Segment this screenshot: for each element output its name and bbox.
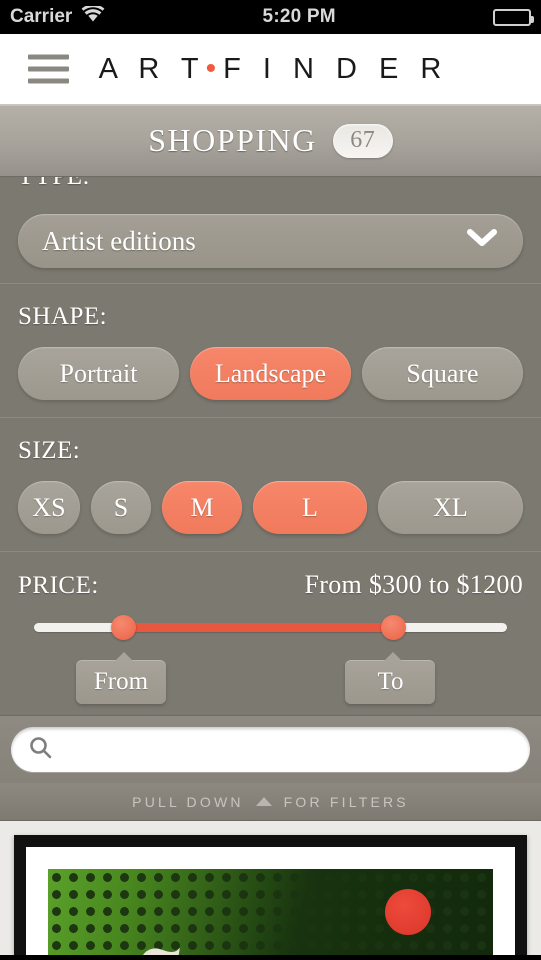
size-options: XS S M L XL — [18, 481, 523, 534]
price-to-tooltip[interactable]: To — [345, 652, 436, 704]
pull-down-hint[interactable]: PULL DOWN FOR FILTERS — [0, 783, 541, 821]
carrier-label: Carrier — [10, 6, 73, 27]
status-bar-time: 5:20 PM — [262, 6, 336, 27]
artwork-red-circle — [385, 889, 431, 935]
size-option-s[interactable]: S — [91, 481, 151, 534]
app-logo[interactable]: A R T•F I N D E R — [0, 52, 541, 86]
artwork-lettering: โค — [140, 931, 233, 955]
size-label: SIZE: — [18, 437, 81, 464]
hamburger-menu-icon[interactable] — [28, 54, 69, 84]
status-bar: Carrier 5:20 PM — [0, 0, 541, 34]
status-bar-right — [492, 8, 534, 26]
filter-section-shape: SHAPE: Portrait Landscape Square — [0, 284, 541, 417]
pull-down-text-right: FOR FILTERS — [283, 793, 409, 810]
search-input[interactable] — [62, 736, 512, 763]
type-select[interactable]: Artist editions — [18, 214, 523, 268]
search-field[interactable] — [11, 727, 530, 772]
size-option-xs[interactable]: XS — [18, 481, 80, 534]
shape-option-square[interactable]: Square — [362, 347, 523, 400]
wifi-icon — [81, 3, 105, 29]
price-range-value: From $300 to $1200 — [304, 570, 523, 599]
search-icon — [29, 736, 52, 764]
size-option-l[interactable]: L — [253, 481, 367, 534]
triangle-up-icon — [255, 796, 272, 806]
type-label-clip: TYPE: — [18, 177, 523, 199]
price-tooltips: From To — [18, 652, 523, 708]
size-option-m[interactable]: M — [162, 481, 242, 534]
filter-section-size: SIZE: XS S M L XL — [0, 418, 541, 551]
artwork-mat: โค — [26, 847, 515, 955]
size-option-xl[interactable]: XL — [378, 481, 523, 534]
logo-text-first: A R T — [98, 53, 206, 85]
slider-handle-to[interactable] — [380, 615, 406, 640]
price-header: PRICE: From $300 to $1200 — [18, 570, 523, 600]
type-label: TYPE: — [18, 177, 90, 191]
slider-track-active — [123, 623, 394, 632]
app-header: A R T•F I N D E R — [0, 34, 541, 105]
logo-text-second: F I N D E R — [223, 53, 449, 85]
filter-section-price: PRICE: From $300 to $1200 From To — [0, 552, 541, 715]
slider-handle-from[interactable] — [111, 615, 137, 640]
logo-dot-icon: • — [205, 52, 224, 85]
results-list: โค — [0, 821, 541, 955]
type-select-value: Artist editions — [42, 225, 196, 256]
shape-option-landscape[interactable]: Landscape — [190, 347, 351, 400]
search-bar — [0, 715, 541, 783]
pull-down-text-left: PULL DOWN — [132, 793, 244, 810]
artwork-image: โค — [48, 869, 493, 955]
shape-options: Portrait Landscape Square — [18, 347, 523, 400]
status-bar-left: Carrier — [10, 3, 105, 29]
app-root: Carrier 5:20 PM A R T•F I N D E R SHOPPI… — [0, 0, 541, 960]
filters-panel: TYPE: Artist editions SHAPE: Portrait La… — [0, 177, 541, 715]
artwork-card[interactable]: โค — [14, 835, 527, 955]
results-count-badge: 67 — [332, 123, 393, 158]
price-range-slider[interactable] — [18, 612, 523, 642]
shopping-header: SHOPPING 67 — [0, 105, 541, 177]
filter-section-type: TYPE: Artist editions — [0, 177, 541, 283]
chevron-down-icon — [467, 229, 497, 253]
price-label: PRICE: — [18, 572, 99, 599]
shape-label: SHAPE: — [18, 303, 108, 330]
price-from-tooltip[interactable]: From — [75, 652, 167, 704]
page-title: SHOPPING — [148, 122, 317, 158]
battery-icon — [492, 8, 534, 26]
shape-option-portrait[interactable]: Portrait — [18, 347, 179, 400]
